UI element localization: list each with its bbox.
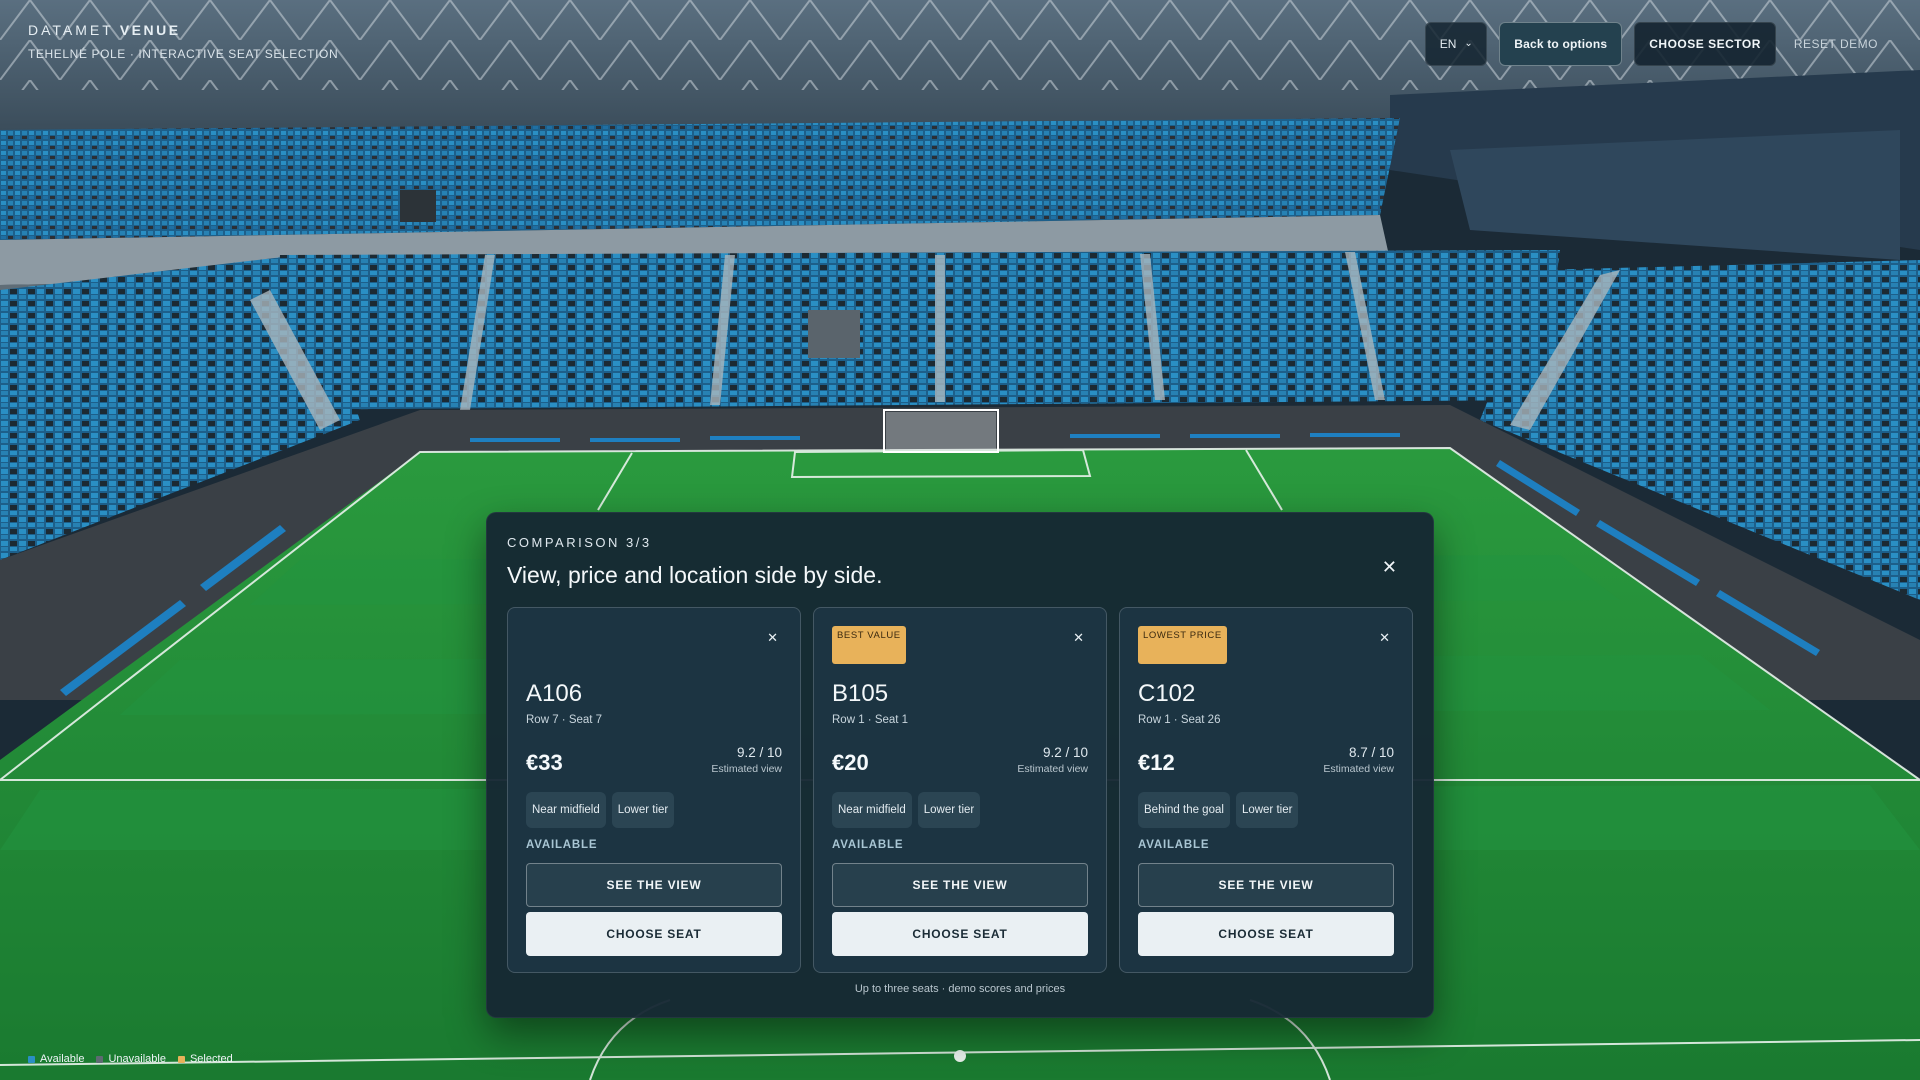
score-label: Estimated view: [711, 763, 782, 775]
comparison-counter: COMPARISON 3/3: [507, 535, 652, 550]
reset-demo-button[interactable]: RESET DEMO: [1788, 22, 1884, 66]
availability-status: AVAILABLE: [832, 839, 904, 851]
row-seat: Row 7 · Seat 7: [526, 714, 603, 726]
seat-legend: Available Unavailable Selected: [28, 1053, 233, 1065]
choose-seat-button[interactable]: CHOOSE SEAT: [526, 912, 782, 956]
see-the-view-button[interactable]: SEE THE VIEW: [832, 863, 1088, 907]
available-swatch-icon: [28, 1055, 35, 1063]
brand-logo: DATAMET VENUE: [28, 22, 338, 38]
brand-block: DATAMET VENUE TEHELNÉ POLE · INTERACTIVE …: [28, 22, 338, 61]
seat-tags: Near midfield Lower tier: [526, 792, 675, 828]
legend-label: Unavailable: [108, 1053, 166, 1065]
legend-available: Available: [28, 1053, 84, 1065]
view-score: 9.2 / 10 Estimated view: [1017, 745, 1088, 775]
choose-sector-button[interactable]: CHOOSE SECTOR: [1634, 22, 1776, 66]
see-the-view-button[interactable]: SEE THE VIEW: [526, 863, 782, 907]
tag: Lower tier: [611, 792, 675, 828]
view-score: 9.2 / 10 Estimated view: [711, 745, 782, 775]
seat-card: BEST VALUE ✕ B105 Row 1 · Seat 1 €20 9.2…: [813, 607, 1107, 973]
back-to-options-button[interactable]: Back to options: [1499, 22, 1623, 66]
seat-card: ✕ A106 Row 7 · Seat 7 €33 9.2 / 10 Estim…: [507, 607, 801, 973]
remove-seat-icon[interactable]: ✕: [767, 630, 778, 646]
seat-price: €20: [832, 750, 869, 775]
close-icon[interactable]: ✕: [1382, 557, 1397, 578]
selected-swatch-icon: [177, 1055, 185, 1063]
legend-label: Selected: [189, 1053, 233, 1065]
sector-name: B105: [832, 680, 889, 707]
choose-seat-button[interactable]: CHOOSE SEAT: [1138, 912, 1394, 956]
seat-price: €33: [526, 750, 563, 775]
language-value: EN: [1439, 37, 1457, 51]
remove-seat-icon[interactable]: ✕: [1379, 630, 1390, 646]
brand-name-bold: VENUE: [119, 22, 181, 38]
legend-label: Available: [40, 1053, 85, 1065]
lowest-price-badge: LOWEST PRICE: [1138, 626, 1227, 664]
modal-title: View, price and location side by side.: [507, 562, 883, 588]
tag: Near midfield: [832, 792, 912, 828]
modal-footnote: Up to three seats · demo scores and pric…: [854, 983, 1066, 995]
comparison-cards: ✕ A106 Row 7 · Seat 7 €33 9.2 / 10 Estim…: [507, 607, 1413, 973]
seat-tags: Near midfield Lower tier: [832, 792, 981, 828]
choose-seat-button[interactable]: CHOOSE SEAT: [832, 912, 1088, 956]
seat-tags: Behind the goal Lower tier: [1138, 792, 1299, 828]
seat-card: LOWEST PRICE ✕ C102 Row 1 · Seat 26 €12 …: [1119, 607, 1413, 973]
brand-name-light: DATAMET: [28, 22, 114, 38]
tag: Behind the goal: [1138, 792, 1230, 828]
tag: Near midfield: [526, 792, 606, 828]
availability-status: AVAILABLE: [526, 839, 598, 851]
score-label: Estimated view: [1323, 763, 1394, 775]
seat-price: €12: [1138, 750, 1175, 775]
see-the-view-button[interactable]: SEE THE VIEW: [1138, 863, 1394, 907]
row-seat: Row 1 · Seat 26: [1138, 714, 1221, 726]
top-controls: EN ⌄ Back to options CHOOSE SECTOR RESET…: [1425, 22, 1884, 66]
tag: Lower tier: [917, 792, 981, 828]
legend-unavailable: Unavailable: [96, 1053, 166, 1065]
venue-subtitle: TEHELNÉ POLE · INTERACTIVE SEAT SELECTIO…: [28, 47, 339, 61]
chevron-down-icon: ⌄: [1464, 37, 1473, 49]
unavailable-swatch-icon: [96, 1055, 104, 1063]
tag: Lower tier: [1235, 792, 1299, 828]
view-score: 8.7 / 10 Estimated view: [1323, 745, 1394, 775]
language-select[interactable]: EN ⌄: [1425, 22, 1488, 66]
best-value-badge: BEST VALUE: [832, 626, 906, 664]
remove-seat-icon[interactable]: ✕: [1073, 630, 1084, 646]
comparison-modal: COMPARISON 3/3 View, price and location …: [486, 512, 1434, 1018]
score-value: 8.7 / 10: [1348, 745, 1394, 760]
sector-name: A106: [526, 680, 583, 707]
legend-selected: Selected: [177, 1053, 233, 1065]
row-seat: Row 1 · Seat 1: [832, 714, 909, 726]
score-value: 9.2 / 10: [736, 745, 782, 760]
score-label: Estimated view: [1017, 763, 1088, 775]
score-value: 9.2 / 10: [1042, 745, 1088, 760]
sector-name: C102: [1138, 680, 1196, 707]
availability-status: AVAILABLE: [1138, 839, 1210, 851]
